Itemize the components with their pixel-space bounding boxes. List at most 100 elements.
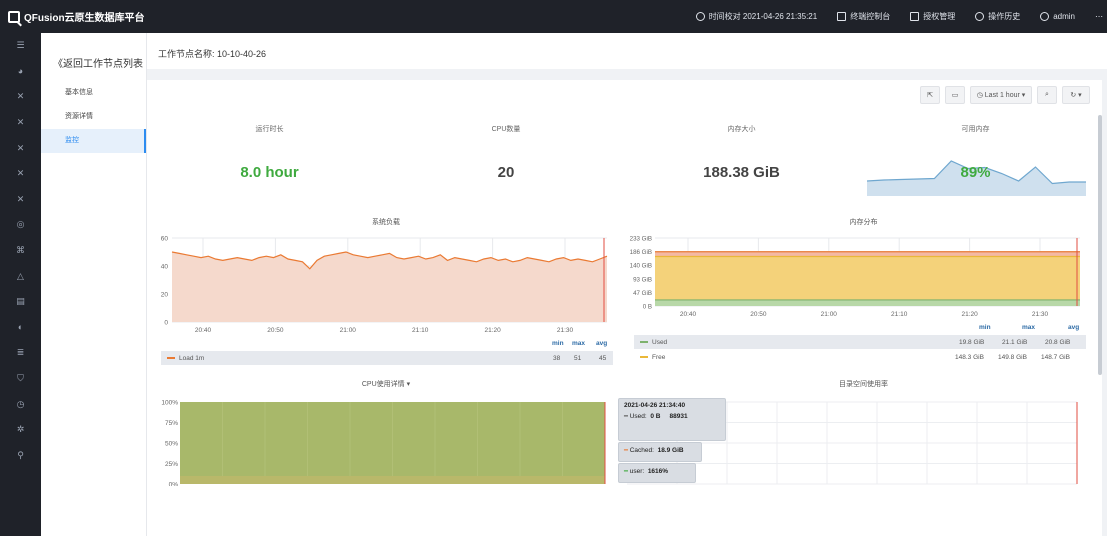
location-icon[interactable]: ⚲ — [0, 443, 41, 469]
top-nav: 时间校对 2021-04-26 21:35:21 终端控制台 授权管理 操作历史… — [695, 0, 1107, 33]
document-icon[interactable]: ▤ — [0, 289, 41, 315]
list-icon[interactable]: ≣ — [0, 340, 41, 366]
tooltip-used-swatch: ━ — [624, 413, 628, 420]
nav-item-basic-info[interactable]: 基本信息 — [41, 81, 146, 105]
chart-tooltip-cached: ━ Cached: 18.9 GiB — [618, 442, 702, 462]
nav-item-resource-detail[interactable]: 资源详情 — [41, 105, 146, 129]
load-avg-value: 45 — [599, 354, 607, 362]
menu-icon[interactable]: ☰ — [0, 33, 41, 59]
share-button[interactable]: ⇱ — [920, 86, 940, 104]
used-avg-value: 20.8 GiB — [1045, 338, 1071, 346]
tooltip-user-label: user: — [629, 468, 645, 475]
load-legend-row[interactable]: Load 1m 38 51 45 — [161, 351, 613, 365]
shield-icon[interactable]: ⛉ — [0, 366, 41, 392]
load-avg-header: avg — [596, 340, 608, 347]
mem-xtick: 21:10 — [891, 311, 908, 318]
load-ytick: 0 — [164, 320, 168, 327]
settings-icon[interactable]: ✲ — [0, 417, 41, 443]
page-title: 工作节点名称: 10-10-40-26 — [147, 33, 1107, 69]
back-to-node-list-link[interactable]: 《返回工作节点列表 — [41, 33, 146, 81]
stat-cpu-label: CPU数量 — [491, 126, 521, 133]
license-button[interactable]: 授权管理 — [910, 11, 955, 22]
tooltip-cached-value: 18.9 GiB — [657, 447, 684, 454]
cpu-ytick: 50% — [165, 441, 178, 448]
alert-icon[interactable]: △ — [0, 263, 41, 289]
mem-legend-used[interactable]: Used 19.8 GiB 21.1 GiB 20.8 GiB — [634, 335, 1086, 349]
cpu-ytick: 100% — [161, 400, 178, 407]
clock-icon — [695, 12, 705, 21]
mem-xtick: 21:30 — [1032, 311, 1049, 318]
stat-available-label: 可用内存 — [961, 126, 990, 133]
tooltip-user-value: 1616% — [647, 468, 669, 475]
cpu-ytick: 25% — [165, 461, 178, 468]
mem-ytick: 233 GiB — [630, 236, 652, 243]
app-brand[interactable]: QFusion云原生数据库平台 — [0, 9, 300, 24]
load-xtick: 20:50 — [267, 327, 284, 334]
target-icon[interactable]: ◎ — [0, 212, 41, 238]
load-xtick: 21:20 — [484, 327, 501, 334]
backup-icon[interactable]: ◷ — [0, 391, 41, 417]
tv-mode-button[interactable]: ▭ — [945, 86, 965, 104]
left-rail: ☰ ◕ ✕ ✕ ✕ ✕ ✕ ◎ ⌘ △ ▤ ◐ ≣ ⛉ ◷ ✲ ⚲ — [0, 33, 41, 536]
load-area — [172, 252, 607, 322]
time-range-picker[interactable]: ◷ Last 1 hour ▾ — [970, 86, 1032, 104]
cpu-system-area — [180, 476, 605, 484]
load-min-value: 38 — [553, 354, 561, 362]
load-panel-title: 系统负载 — [372, 219, 400, 226]
load-xtick: 21:10 — [412, 327, 429, 334]
load-xtick: 21:00 — [340, 327, 357, 334]
zoom-out-button[interactable]: ⌕ — [1037, 86, 1057, 104]
clock-icon: ◷ — [976, 92, 983, 99]
disk-panel-title: 目录空间使用率 — [839, 381, 888, 388]
cluster-icon[interactable]: ✕ — [0, 161, 41, 187]
mem-other-area — [655, 251, 1080, 257]
monitor-dashboard: ⇱ ▭ ◷ Last 1 hour ▾ ⌕ ↻ ▾ 运行时长 8.0 hour … — [147, 80, 1102, 536]
mem-avg-header: avg — [1068, 324, 1080, 331]
mem-max-header: max — [1022, 324, 1036, 331]
stat-uptime-value: 8.0 hour — [240, 164, 299, 181]
mem-xtick: 21:00 — [821, 311, 838, 318]
memory-distribution-chart: 233 GiB 186 GiB 140 GiB 93 GiB 47 GiB 0 B 20:4… — [630, 236, 1080, 318]
load-xtick: 20:40 — [195, 327, 212, 334]
cluster-icon[interactable]: ✕ — [0, 187, 41, 213]
app-logo-icon — [8, 10, 20, 23]
chart-tooltip-user: ━ user: 1616% — [618, 463, 696, 483]
cpu-ytick: 0% — [169, 482, 179, 487]
cluster-icon[interactable]: ✕ — [0, 84, 41, 110]
free-min-value: 148.3 GiB — [955, 353, 984, 361]
license-icon — [910, 12, 920, 21]
load-ytick: 20 — [161, 292, 169, 299]
stat-cpu-value: 20 — [497, 164, 515, 181]
nav-item-monitor[interactable]: 监控 — [41, 129, 146, 153]
load-max-header: max — [572, 340, 586, 347]
refresh-button[interactable]: ↻ ▾ — [1062, 86, 1090, 104]
refresh-icon: ↻ — [1070, 92, 1077, 99]
time-range-label: Last 1 hour — [984, 91, 1020, 99]
node-icon[interactable]: ⌘ — [0, 238, 41, 264]
user-icon — [1040, 12, 1050, 21]
mem-xtick: 20:40 — [680, 311, 697, 318]
share-icon: ⇱ — [927, 92, 933, 99]
cluster-icon[interactable]: ✕ — [0, 110, 41, 136]
terminal-button[interactable]: 终端控制台 — [837, 11, 890, 22]
history-button[interactable]: 操作历史 — [975, 11, 1020, 22]
stat-cpu: CPU数量 20 — [392, 124, 620, 181]
mem-ytick: 93 GiB — [633, 276, 652, 283]
app-title: QFusion云原生数据库平台 — [24, 13, 145, 24]
user-name: admin — [1053, 12, 1075, 21]
dashboard-icon[interactable]: ◕ — [0, 59, 41, 85]
cpu-panel-title[interactable]: CPU使用详情 ▾ — [147, 379, 625, 389]
mem-xtick: 20:50 — [750, 311, 767, 318]
more-menu[interactable]: ⋯ — [1095, 12, 1103, 21]
history-label: 操作历史 — [988, 12, 1021, 21]
time-sync-button[interactable]: 时间校对 2021-04-26 21:35:21 — [695, 11, 817, 22]
palette-icon[interactable]: ◐ — [0, 315, 41, 341]
user-menu[interactable]: admin — [1040, 12, 1075, 21]
cluster-icon[interactable]: ✕ — [0, 135, 41, 161]
tooltip-cached-label: Cached: — [629, 447, 654, 454]
load-chart: 60 40 20 0 20:40 20:50 21:00 21:10 21:20 21:30 — [161, 236, 608, 334]
dashboard-scrollbar[interactable] — [1098, 115, 1102, 375]
mem-legend-free[interactable]: Free 148.3 GiB 149.8 GiB 148.7 GiB — [634, 350, 1086, 364]
mem-free-area — [655, 256, 1080, 300]
used-series-swatch — [640, 341, 648, 343]
